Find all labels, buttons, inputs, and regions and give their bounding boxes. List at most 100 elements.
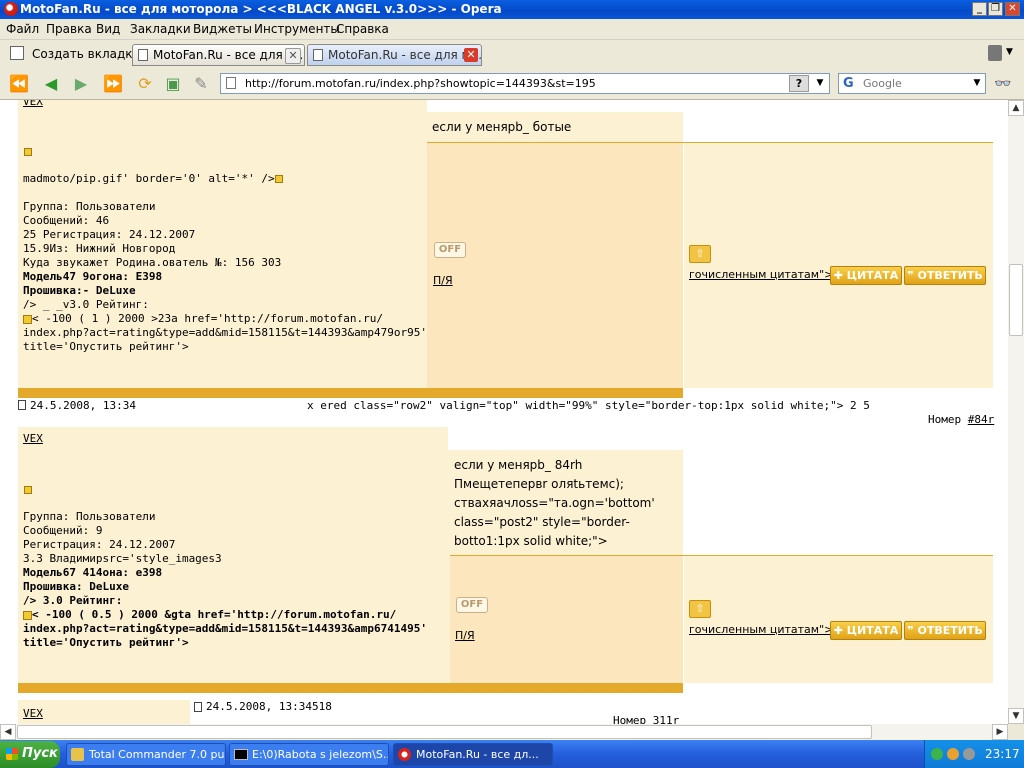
- off-status-badge: OFF: [434, 242, 466, 258]
- off-status-badge: OFF: [456, 597, 488, 613]
- chevron-down-icon[interactable]: ▼: [969, 75, 985, 92]
- clock[interactable]: 23:17: [985, 747, 1020, 761]
- tab-motofan-2[interactable]: MotoFan.Ru - все для м... ✕: [307, 44, 482, 66]
- tab-motofan-1[interactable]: MotoFan.Ru - все для м... ✕: [132, 44, 305, 66]
- rating-code: < -100 ( 1 ) 2000 >23a href='http://foru…: [23, 312, 383, 326]
- info-messages: Сообщений: 9: [23, 524, 103, 537]
- glasses-icon[interactable]: 👓: [994, 76, 1011, 92]
- start-label: Пуск: [22, 746, 58, 761]
- tab-close-icon[interactable]: ✕: [285, 48, 301, 64]
- fast-forward-icon[interactable]: ⏩: [102, 73, 124, 95]
- reply-button[interactable]: ❞ ОТВЕТИТЬ: [904, 266, 986, 285]
- forward-icon[interactable]: ▶: [70, 73, 92, 95]
- quote-link[interactable]: гочисленным цитатам">: [689, 623, 833, 636]
- tab-close-icon[interactable]: ✕: [464, 48, 478, 62]
- antivirus-icon[interactable]: [947, 748, 959, 760]
- page-icon: [313, 49, 323, 61]
- console-icon: [234, 749, 248, 760]
- back-icon[interactable]: ◀: [40, 73, 62, 95]
- minimize-icon[interactable]: _: [972, 2, 987, 16]
- opera-icon: [398, 748, 411, 761]
- task-label: E:\0)Rabota s jelezom\S...: [252, 748, 389, 761]
- opera-logo-icon: [4, 2, 18, 16]
- new-tab-icon[interactable]: [10, 46, 24, 60]
- speaker-icon[interactable]: [963, 748, 975, 760]
- task-opera[interactable]: MotoFan.Ru - все дл...: [393, 743, 553, 766]
- tab-label: MotoFan.Ru - все для м...: [328, 48, 482, 62]
- search-field[interactable]: G Google ▼: [838, 73, 986, 94]
- chevron-down-icon[interactable]: ▼: [812, 75, 828, 92]
- menu-edit[interactable]: Правка: [46, 22, 92, 36]
- task-label: Total Commander 7.0 pu...: [89, 748, 226, 761]
- page-icon: [18, 400, 26, 410]
- scroll-up-icon[interactable]: ▲: [1008, 100, 1024, 116]
- quote-link[interactable]: гочисленным цитатам">: [689, 268, 833, 281]
- vertical-scrollbar[interactable]: ▲ ▼: [1008, 100, 1024, 724]
- trash-icon[interactable]: [988, 45, 1002, 61]
- info-registration: Регистрация: 24.12.2007: [23, 538, 176, 551]
- minus-icon[interactable]: [23, 610, 32, 620]
- scroll-corner: [1008, 724, 1024, 740]
- rewind-icon[interactable]: ⏪: [8, 73, 30, 95]
- rating-code-3: title='Опустить рейтинг'>: [23, 340, 189, 353]
- info-from: 15.9Из: Нижний Новгород: [23, 242, 176, 255]
- tab-label: MotoFan.Ru - все для м...: [153, 48, 305, 62]
- page-icon: [138, 49, 148, 61]
- info-group: Группа: Пользователи: [23, 200, 156, 213]
- window-title-bar[interactable]: MotoFan.Ru - все для моторола > <<<BLACK…: [0, 0, 1024, 19]
- help-button[interactable]: ?: [789, 75, 809, 92]
- pm-link[interactable]: П/Я: [455, 629, 475, 642]
- horizontal-scrollbar[interactable]: ◀ ▶: [0, 724, 1008, 740]
- task-total-commander[interactable]: Total Commander 7.0 pu...: [66, 743, 226, 766]
- minus-icon[interactable]: [23, 314, 32, 324]
- menu-bookmarks[interactable]: Закладки: [130, 22, 191, 36]
- quote-button[interactable]: ✚ ЦИТАТА: [830, 621, 902, 640]
- author-link[interactable]: VEX: [23, 432, 43, 445]
- network-icon[interactable]: [931, 748, 943, 760]
- rating-code-2: index.php?act=rating&type=add&mid=158115…: [23, 622, 427, 635]
- post-separator-bar: [18, 388, 683, 398]
- maximize-icon[interactable]: ❐: [988, 2, 1003, 16]
- edit-icon[interactable]: ✎: [190, 73, 212, 95]
- address-url[interactable]: http://forum.motofan.ru/index.php?showto…: [245, 77, 596, 90]
- reload-icon[interactable]: ⟳: [134, 73, 156, 95]
- post-number-link[interactable]: #84r: [968, 413, 995, 426]
- arrow-up-icon[interactable]: ⇧: [689, 600, 711, 618]
- task-console[interactable]: E:\0)Rabota s jelezom\S...: [229, 743, 389, 766]
- add-bookmark-icon[interactable]: ▣: [162, 73, 184, 95]
- post-number: Номер #84r: [928, 413, 995, 426]
- scroll-left-icon[interactable]: ◀: [0, 724, 16, 740]
- search-placeholder: Google: [863, 77, 902, 90]
- post-message: если у менярb_ 84rh Пмещетепервr оляtьте…: [454, 458, 655, 548]
- post-actions-panel: [684, 556, 993, 683]
- info-group: Группа: Пользователи: [23, 510, 156, 523]
- address-field[interactable]: http://forum.motofan.ru/index.php?showto…: [220, 73, 830, 94]
- scroll-right-icon[interactable]: ▶: [992, 724, 1008, 740]
- scroll-thumb[interactable]: [17, 725, 872, 739]
- menu-widgets[interactable]: Виджеты: [193, 22, 252, 36]
- reply-button[interactable]: ❞ ОТВЕТИТЬ: [904, 621, 986, 640]
- post-date: 24.5.2008, 13:34518: [206, 700, 332, 713]
- scroll-down-icon[interactable]: ▼: [1008, 708, 1024, 724]
- info-model: Модель67 414она: e398: [23, 566, 163, 579]
- scroll-thumb[interactable]: [1009, 264, 1023, 336]
- chevron-down-icon[interactable]: ▼: [1006, 47, 1013, 57]
- post-date: 24.5.2008, 13:34: [30, 399, 136, 412]
- info-firmware: Прошивка:- DeLuxe: [23, 284, 136, 297]
- info-from: 3.3 Владимирsrc='style_images3: [23, 552, 222, 565]
- rating-code-3: title='Опустить рейтинг'>: [23, 636, 189, 649]
- menu-tools[interactable]: Инструменты: [254, 22, 340, 36]
- google-icon: G: [843, 76, 854, 91]
- pm-link[interactable]: П/Я: [433, 274, 453, 287]
- menu-view[interactable]: Вид: [96, 22, 120, 36]
- menu-help[interactable]: Справка: [336, 22, 389, 36]
- author-link[interactable]: VEX: [23, 100, 43, 108]
- author-link[interactable]: VEX: [23, 707, 43, 720]
- new-tab-button[interactable]: Создать вкладку: [32, 47, 140, 61]
- start-button[interactable]: Пуск: [0, 741, 60, 768]
- post-author-header: [18, 700, 190, 724]
- close-icon[interactable]: ✕: [1005, 2, 1020, 16]
- quote-button[interactable]: ✚ ЦИТАТА: [830, 266, 902, 285]
- menu-file[interactable]: Файл: [6, 22, 39, 36]
- arrow-up-icon[interactable]: ⇧: [689, 245, 711, 263]
